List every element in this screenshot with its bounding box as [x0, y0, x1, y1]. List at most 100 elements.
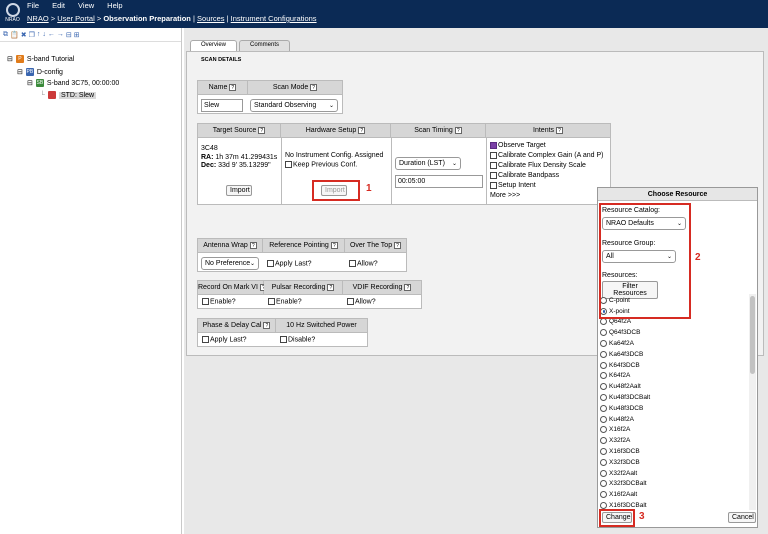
help-icon[interactable]: ? — [454, 126, 462, 134]
mark-vi-checkbox-row[interactable]: Enable? — [202, 298, 236, 305]
resource-option[interactable]: Ka64f2A — [600, 338, 747, 349]
resource-radio[interactable] — [600, 318, 607, 326]
vdif-checkbox-row[interactable]: Allow? — [347, 298, 376, 305]
resource-radio[interactable] — [600, 469, 607, 477]
resource-option[interactable]: X16f2A — [600, 425, 747, 436]
collapse-icon[interactable]: ⊞ — [74, 31, 80, 39]
resource-option[interactable]: X16f3DCB — [600, 446, 747, 457]
tree-item-project[interactable]: ⊟ P S-band Tutorial — [7, 55, 74, 63]
resource-option[interactable]: Ku48f2A — [600, 414, 747, 425]
intent-checkbox[interactable] — [490, 161, 497, 169]
move-up-icon[interactable]: ↑ — [37, 31, 41, 38]
scan-name-input[interactable]: Slew — [201, 99, 243, 112]
collapse-toggle-icon[interactable]: ⊟ — [27, 79, 33, 87]
keep-previous-checkbox-row[interactable]: Keep Previous Conf. — [285, 161, 357, 168]
resource-radio[interactable] — [600, 361, 607, 369]
intent-observe-target[interactable]: Observe Target — [490, 141, 603, 151]
intents-more-link[interactable]: More >>> — [490, 191, 603, 201]
move-right-icon[interactable]: → — [57, 31, 64, 38]
resource-radio[interactable] — [600, 448, 607, 456]
timing-value-input[interactable]: 00:05:00 — [395, 175, 483, 188]
reference-pointing-checkbox[interactable] — [267, 260, 274, 267]
menu-file[interactable]: File — [27, 1, 39, 10]
resource-option[interactable]: Q64f3DCB — [600, 327, 747, 338]
breadcrumb-nrao[interactable]: NRAO — [27, 14, 49, 23]
tree-item-scheduling-block[interactable]: ⊟ SB S-band 3C75, 00:00:00 — [27, 79, 119, 87]
help-icon[interactable]: ? — [555, 126, 563, 134]
scrollbar-thumb[interactable] — [750, 296, 755, 374]
help-icon[interactable]: ? — [249, 241, 257, 249]
resource-radio[interactable] — [600, 426, 607, 434]
scan-mode-select[interactable]: Standard Observing ⌄ — [250, 99, 338, 112]
intent-checkbox[interactable] — [490, 151, 497, 159]
intent-checkbox[interactable] — [490, 171, 497, 179]
tab-overview[interactable]: Overview — [190, 40, 238, 51]
intent-checkbox[interactable] — [490, 181, 497, 189]
resource-option[interactable]: X32f3DCBalt — [600, 479, 747, 490]
intent-setup[interactable]: Setup Intent — [490, 181, 603, 191]
breadcrumb-sources[interactable]: Sources — [197, 14, 225, 23]
antenna-wrap-select[interactable]: No Preference ⌄ — [201, 257, 259, 270]
tree-item-program-block[interactable]: ⊟ PB D-config — [17, 68, 63, 76]
resource-option[interactable]: Ku48f3DCBalt — [600, 392, 747, 403]
breadcrumb-instrument-configurations[interactable]: Instrument Configurations — [231, 14, 317, 23]
help-icon[interactable]: ? — [229, 83, 237, 91]
help-icon[interactable]: ? — [310, 83, 318, 91]
intent-flux-density[interactable]: Calibrate Flux Density Scale — [490, 161, 603, 171]
resource-radio[interactable] — [600, 491, 607, 499]
menu-help[interactable]: Help — [107, 1, 122, 10]
resource-radio[interactable] — [600, 394, 607, 402]
help-icon[interactable]: ? — [358, 126, 366, 134]
collapse-toggle-icon[interactable]: ⊟ — [17, 68, 23, 76]
resource-option[interactable]: X16f2Aalt — [600, 489, 747, 500]
switched-power-checkbox-row[interactable]: Disable? — [280, 336, 315, 343]
copy-icon[interactable]: ⧉ — [3, 31, 8, 39]
reference-pointing-checkbox-row[interactable]: Apply Last? — [267, 260, 312, 267]
delete-icon[interactable]: ✖ — [21, 31, 27, 39]
help-icon[interactable]: ? — [327, 283, 335, 291]
paste-icon[interactable]: 📋 — [10, 31, 19, 39]
resource-option[interactable]: K64f3DCB — [600, 360, 747, 371]
resource-option[interactable]: X32f2Aalt — [600, 468, 747, 479]
mark-vi-checkbox[interactable] — [202, 298, 209, 305]
resource-option[interactable]: X32f3DCB — [600, 457, 747, 468]
resource-option[interactable]: Ku48f2Aalt — [600, 381, 747, 392]
pulsar-checkbox-row[interactable]: Enable? — [268, 298, 302, 305]
resource-list-scrollbar[interactable] — [749, 294, 756, 510]
resource-option[interactable]: X32f2A — [600, 435, 747, 446]
help-icon[interactable]: ? — [404, 283, 412, 291]
resource-radio[interactable] — [600, 415, 607, 423]
phase-delay-checkbox-row[interactable]: Apply Last? — [202, 336, 247, 343]
intent-bandpass[interactable]: Calibrate Bandpass — [490, 171, 603, 181]
resource-option[interactable]: K64f2A — [600, 371, 747, 382]
resource-radio[interactable] — [600, 437, 607, 445]
phase-delay-checkbox[interactable] — [202, 336, 209, 343]
resource-radio[interactable] — [600, 350, 607, 358]
help-icon[interactable]: ? — [258, 126, 266, 134]
menu-edit[interactable]: Edit — [52, 1, 65, 10]
cancel-button[interactable]: Cancel — [728, 512, 756, 523]
resource-radio[interactable] — [600, 502, 607, 510]
breadcrumb-user-portal[interactable]: User Portal — [57, 14, 95, 23]
resource-radio[interactable] — [600, 329, 607, 337]
pulsar-checkbox[interactable] — [268, 298, 275, 305]
resource-option[interactable]: Ka64f3DCB — [600, 349, 747, 360]
duplicate-icon[interactable]: ❐ — [29, 31, 35, 39]
move-left-icon[interactable]: ← — [48, 31, 55, 38]
resource-radio[interactable] — [600, 340, 607, 348]
over-the-top-checkbox-row[interactable]: Allow? — [349, 260, 378, 267]
resource-radio[interactable] — [600, 383, 607, 391]
over-the-top-checkbox[interactable] — [349, 260, 356, 267]
resource-radio[interactable] — [600, 458, 607, 466]
intent-checkbox[interactable] — [490, 141, 497, 149]
intent-complex-gain[interactable]: Calibrate Complex Gain (A and P) — [490, 151, 603, 161]
switched-power-checkbox[interactable] — [280, 336, 287, 343]
tree-item-scan[interactable]: └ STD: Slew — [40, 91, 97, 99]
help-icon[interactable]: ? — [263, 321, 271, 329]
resource-radio[interactable] — [600, 372, 607, 380]
resource-radio[interactable] — [600, 480, 607, 488]
keep-previous-checkbox[interactable] — [285, 161, 292, 168]
timing-mode-select[interactable]: Duration (LST) ⌄ — [395, 157, 461, 170]
help-icon[interactable]: ? — [330, 241, 338, 249]
menu-view[interactable]: View — [78, 1, 94, 10]
